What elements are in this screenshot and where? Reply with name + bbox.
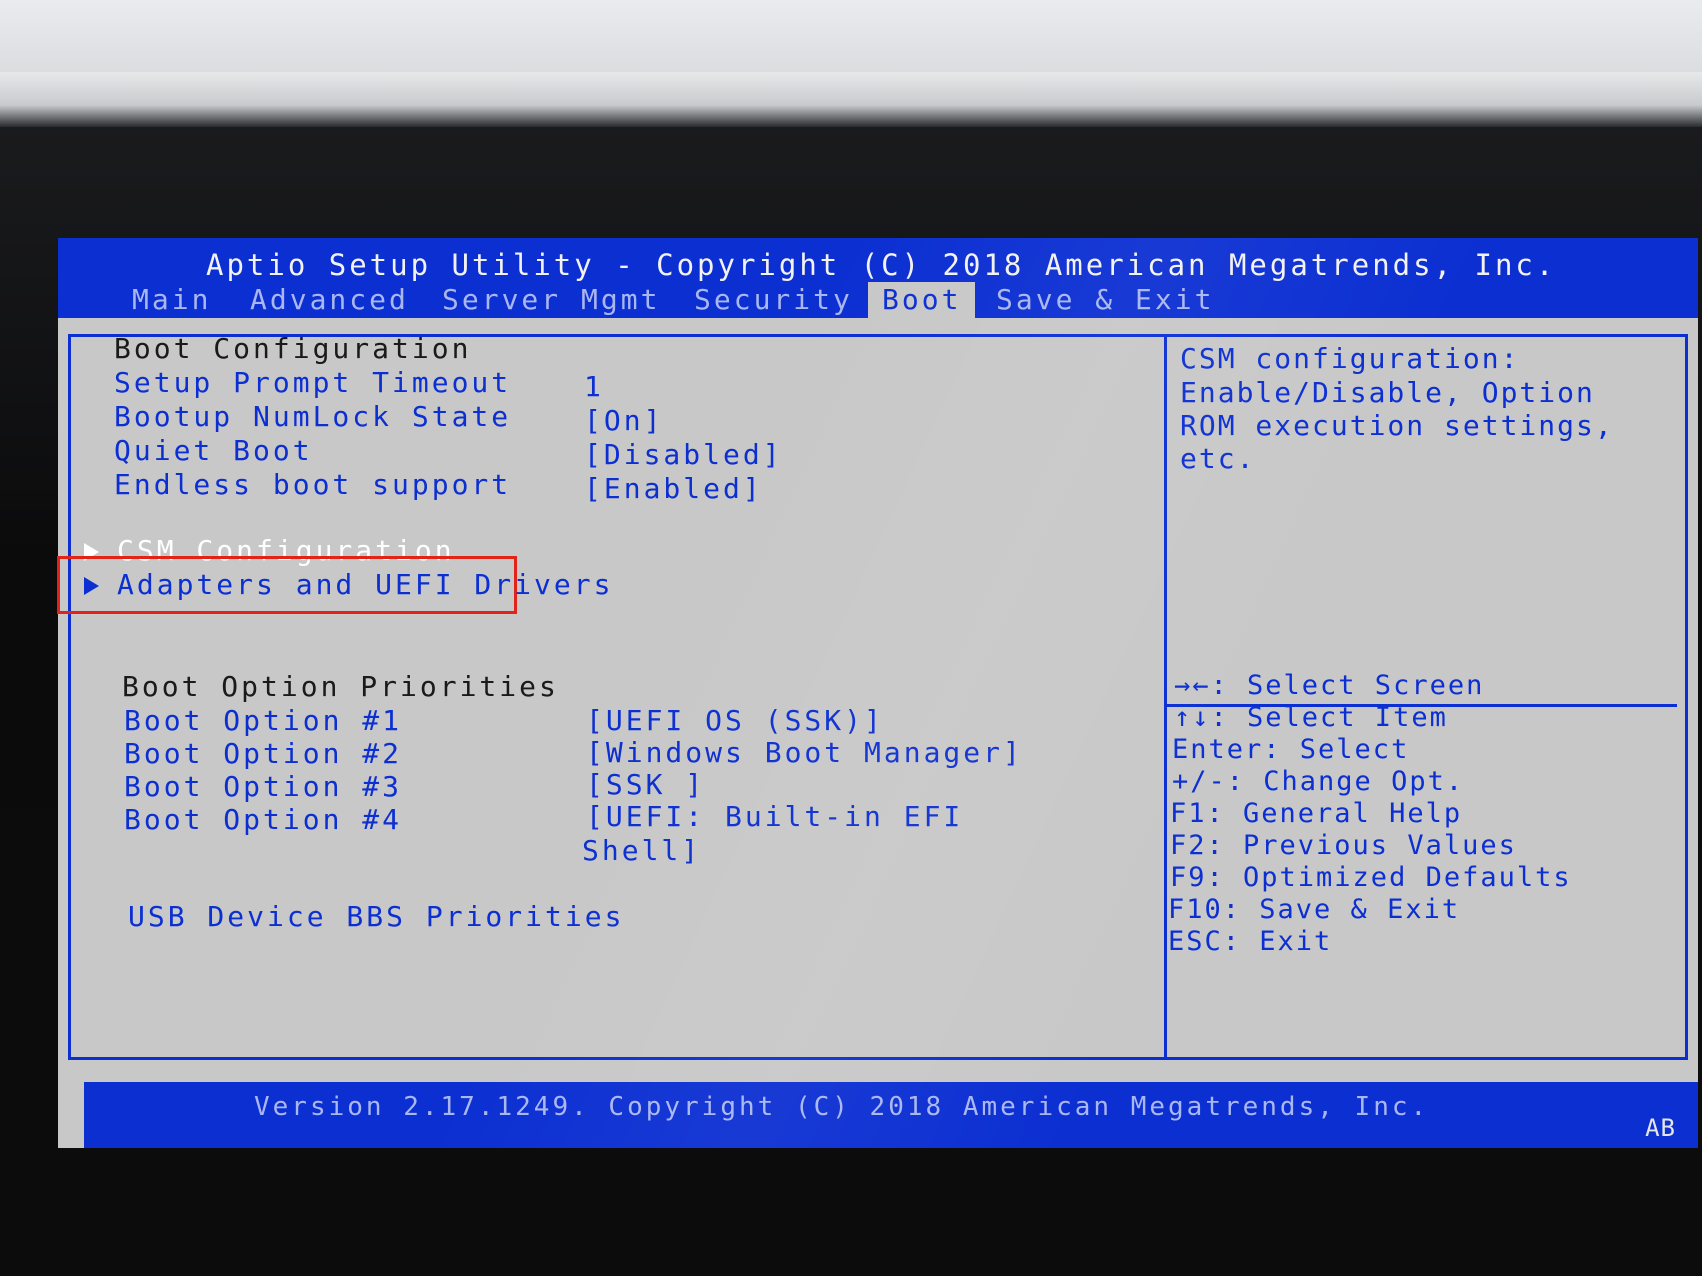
submenu-arrow-icon (84, 577, 99, 595)
tab-server-mgmt[interactable]: Server Mgmt (442, 282, 660, 318)
key-general-help: F1: General Help (1170, 798, 1463, 829)
usb-bbs-priorities[interactable]: USB Device BBS Priorities (128, 900, 624, 933)
endless-boot-label[interactable]: Endless boot support (114, 468, 511, 501)
boot-option-1-label[interactable]: Boot Option #1 (124, 704, 402, 737)
submenu-adapters-label: Adapters and UEFI Drivers (117, 568, 614, 601)
background-wall (0, 0, 1702, 80)
tab-security[interactable]: Security (694, 282, 853, 318)
tab-save-exit[interactable]: Save & Exit (996, 282, 1214, 318)
footer-bar: Version 2.17.1249. Copyright (C) 2018 Am… (84, 1082, 1698, 1148)
help-line-3: ROM execution settings, (1180, 409, 1614, 442)
help-line-2: Enable/Disable, Option (1180, 376, 1595, 409)
help-line-4: etc. (1180, 442, 1256, 475)
photo-scene: Aptio Setup Utility - Copyright (C) 2018… (0, 0, 1702, 1276)
boot-option-4-value-cont[interactable]: Shell] (582, 834, 701, 867)
boot-option-3-label[interactable]: Boot Option #3 (124, 770, 402, 803)
numlock-state-label[interactable]: Bootup NumLock State (114, 400, 511, 433)
footer-badge: AB (1645, 1114, 1676, 1142)
title-text: Aptio Setup Utility - Copyright (C) 2018… (206, 248, 1557, 282)
key-previous-values: F2: Previous Values (1170, 830, 1517, 861)
tab-advanced[interactable]: Advanced (250, 282, 409, 318)
tab-main[interactable]: Main (132, 282, 211, 318)
key-save-exit: F10: Save & Exit (1168, 894, 1461, 925)
key-optimized-defaults: F9: Optimized Defaults (1170, 862, 1572, 893)
quiet-boot-label[interactable]: Quiet Boot (114, 434, 313, 467)
boot-option-3-value[interactable]: [SSK ] (586, 768, 705, 801)
monitor-top-edge (0, 72, 1702, 127)
tab-boot[interactable]: Boot (868, 282, 976, 318)
key-select-item: ↑↓: Select Item (1174, 702, 1448, 733)
boot-priorities-header: Boot Option Priorities (122, 670, 559, 703)
key-select-screen: →←: Select Screen (1174, 670, 1485, 701)
panel-divider (1164, 334, 1167, 1060)
boot-option-2-value[interactable]: [Windows Boot Manager] (586, 736, 1023, 769)
submenu-adapters-uefi[interactable]: Adapters and UEFI Drivers (84, 568, 613, 601)
setup-prompt-timeout-label[interactable]: Setup Prompt Timeout (114, 366, 511, 399)
boot-option-4-label[interactable]: Boot Option #4 (124, 803, 402, 836)
boot-option-1-value[interactable]: [UEFI OS (SSK)] (586, 704, 884, 737)
boot-config-header: Boot Configuration (114, 332, 472, 365)
numlock-state-value[interactable]: [On] (584, 404, 663, 437)
endless-boot-value[interactable]: [Enabled] (584, 472, 763, 505)
boot-option-2-label[interactable]: Boot Option #2 (124, 737, 402, 770)
key-change-opt: +/-: Change Opt. (1172, 766, 1465, 797)
key-enter-select: Enter: Select (1172, 734, 1410, 765)
title-bar: Aptio Setup Utility - Copyright (C) 2018… (58, 238, 1698, 318)
key-esc-exit: ESC: Exit (1168, 926, 1333, 957)
footer-version: Version 2.17.1249. Copyright (C) 2018 Am… (254, 1092, 1430, 1122)
boot-option-4-value[interactable]: [UEFI: Built-in EFI (586, 800, 963, 833)
quiet-boot-value[interactable]: [Disabled] (584, 438, 783, 471)
help-line-1: CSM configuration: (1180, 342, 1520, 375)
setup-prompt-timeout-value[interactable]: 1 (584, 370, 604, 403)
bios-screen: Aptio Setup Utility - Copyright (C) 2018… (57, 238, 1698, 1148)
